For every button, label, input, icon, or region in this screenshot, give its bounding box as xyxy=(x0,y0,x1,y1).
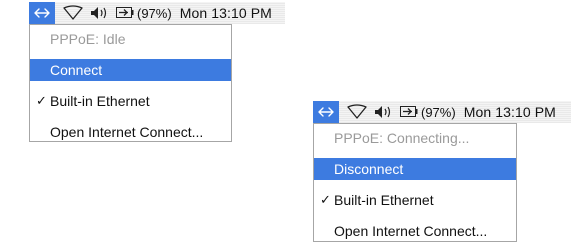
connect-menu-item[interactable]: Connect xyxy=(30,59,231,81)
speaker-volume-icon xyxy=(374,105,394,119)
built-in-ethernet-label: Built-in Ethernet xyxy=(334,192,434,208)
checkmark-icon: ✓ xyxy=(36,93,47,108)
airport-menu-extra[interactable] xyxy=(346,101,368,123)
menubar: (97%) Mon 13:10 PM xyxy=(29,2,285,24)
menu-separator xyxy=(314,149,516,158)
built-in-ethernet-item[interactable]: ✓ Built-in Ethernet xyxy=(30,90,231,112)
battery-percentage: (97%) xyxy=(137,5,172,21)
menu-separator xyxy=(314,211,516,220)
menubar-clock[interactable]: Mon 13:10 PM xyxy=(180,5,272,21)
checkmark-icon: ✓ xyxy=(320,192,331,207)
menu-separator xyxy=(30,81,231,90)
network-status-menu-extra[interactable] xyxy=(313,101,339,123)
battery-icon xyxy=(400,104,418,120)
open-internet-connect-item[interactable]: Open Internet Connect... xyxy=(30,121,231,143)
battery-menu-extra[interactable]: (97%) xyxy=(400,104,456,120)
menubar: (97%) Mon 13:10 PM xyxy=(313,101,571,123)
menubar-clock[interactable]: Mon 13:10 PM xyxy=(464,104,556,120)
airport-wifi-icon xyxy=(62,5,84,21)
airport-menu-extra[interactable] xyxy=(62,2,84,24)
network-menu-connecting: (97%) Mon 13:10 PM PPPoE: Connecting... … xyxy=(313,101,571,242)
network-status-menu-extra[interactable] xyxy=(29,2,55,24)
network-menu-idle: (97%) Mon 13:10 PM PPPoE: Idle Connect ✓… xyxy=(29,2,285,142)
disconnect-menu-item[interactable]: Disconnect xyxy=(314,158,516,180)
built-in-ethernet-label: Built-in Ethernet xyxy=(50,93,150,109)
open-internet-connect-item[interactable]: Open Internet Connect... xyxy=(314,220,516,242)
battery-icon xyxy=(116,5,134,21)
volume-menu-extra[interactable] xyxy=(90,2,110,24)
speaker-volume-icon xyxy=(90,6,110,20)
network-dropdown-menu: PPPoE: Connecting... Disconnect ✓ Built-… xyxy=(313,123,517,242)
network-dropdown-menu: PPPoE: Idle Connect ✓ Built-in Ethernet … xyxy=(29,24,232,142)
pppoe-status-item: PPPoE: Connecting... xyxy=(334,130,470,146)
menu-separator xyxy=(30,112,231,121)
built-in-ethernet-item[interactable]: ✓ Built-in Ethernet xyxy=(314,189,516,211)
pppoe-status-item: PPPoE: Idle xyxy=(50,31,126,47)
menu-separator xyxy=(314,180,516,189)
network-arrows-icon xyxy=(317,106,335,118)
menu-separator xyxy=(30,50,231,59)
network-arrows-icon xyxy=(33,7,51,19)
battery-percentage: (97%) xyxy=(421,104,456,120)
screenshot-stage: (97%) Mon 13:10 PM PPPoE: Idle Connect ✓… xyxy=(0,0,571,243)
airport-wifi-icon xyxy=(346,104,368,120)
volume-menu-extra[interactable] xyxy=(374,101,394,123)
battery-menu-extra[interactable]: (97%) xyxy=(116,5,172,21)
